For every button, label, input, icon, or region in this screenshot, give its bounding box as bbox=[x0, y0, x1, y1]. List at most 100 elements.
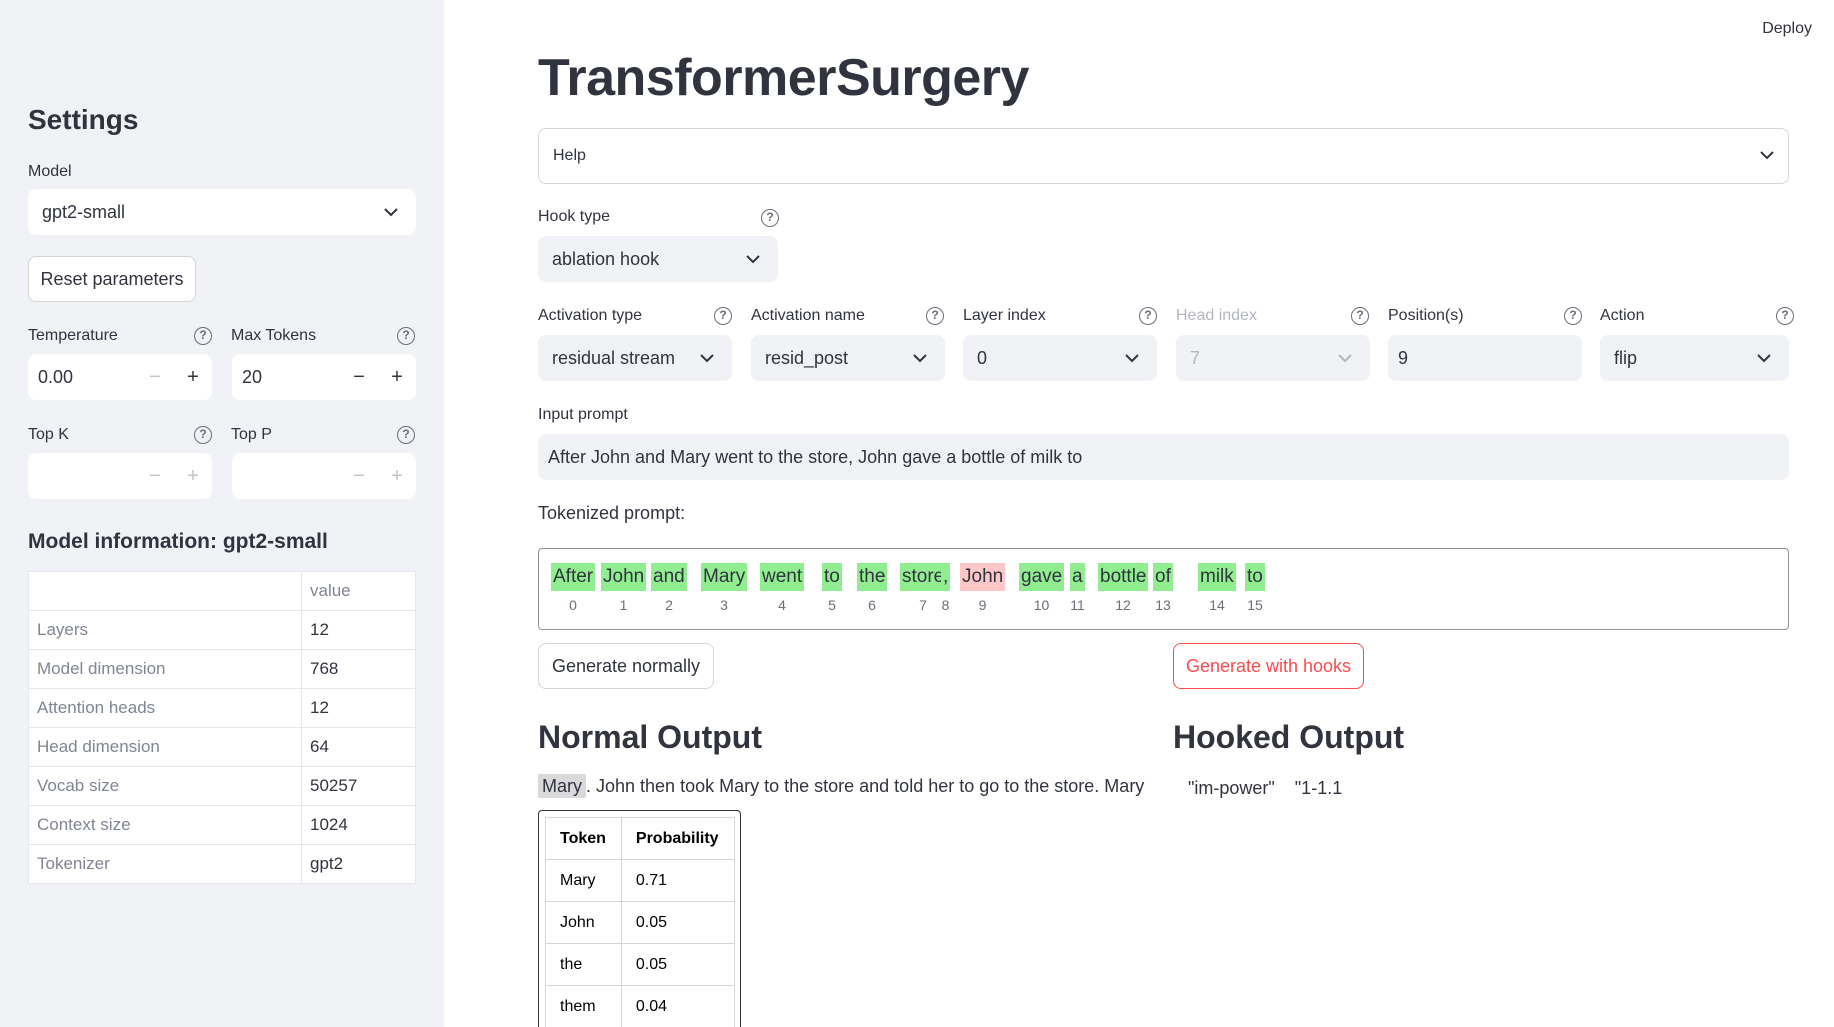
positions-label: Position(s) bbox=[1388, 307, 1464, 324]
table-row: Attention heads 12 bbox=[28, 688, 416, 728]
help-icon[interactable]: ? bbox=[1564, 307, 1582, 325]
token-index: 1 bbox=[619, 597, 628, 613]
token-index: 7 bbox=[919, 597, 927, 613]
activation-type-value: residual stream bbox=[552, 347, 676, 368]
token-index: 10 bbox=[1033, 597, 1050, 613]
action-value: flip bbox=[1614, 347, 1638, 368]
decrement-button[interactable]: − bbox=[340, 366, 378, 389]
reset-parameters-button[interactable]: Reset parameters bbox=[28, 256, 196, 302]
model-label: Model bbox=[28, 163, 72, 180]
action-label: Action bbox=[1600, 307, 1645, 324]
decrement-button[interactable]: − bbox=[136, 366, 174, 389]
token-chip: to bbox=[822, 563, 842, 591]
help-icon[interactable]: ? bbox=[714, 307, 732, 325]
table-cell: 12 bbox=[301, 688, 416, 728]
layer-index-select[interactable]: 0 bbox=[963, 335, 1157, 381]
help-expander[interactable]: Help bbox=[538, 128, 1789, 184]
sidebar-title: Settings bbox=[28, 104, 139, 135]
token-index: 6 bbox=[868, 597, 876, 613]
hooked-output-title: Hooked Output bbox=[1173, 719, 1405, 755]
generate-normally-button[interactable]: Generate normally bbox=[538, 643, 714, 689]
table-row: John 0.05 bbox=[545, 901, 736, 944]
chevron-down-icon bbox=[909, 347, 931, 369]
activation-name-select[interactable]: resid_post bbox=[751, 335, 945, 381]
model-info-table: value Layers 12 Model dimension 768 Attent… bbox=[28, 571, 416, 884]
token-chip: to bbox=[1245, 563, 1265, 591]
help-icon[interactable]: ? bbox=[1776, 307, 1794, 325]
token-index: 15 bbox=[1247, 597, 1263, 613]
chevron-down-icon bbox=[696, 347, 718, 369]
token-chip: the bbox=[857, 563, 888, 591]
chevron-down-icon bbox=[1753, 347, 1775, 369]
max-tokens-input[interactable]: 20 − + bbox=[232, 354, 416, 400]
token-chip: gave bbox=[1019, 563, 1065, 591]
increment-button[interactable]: + bbox=[174, 465, 212, 488]
deploy-button[interactable]: Deploy bbox=[1762, 20, 1812, 38]
page-title: TransformerSurgery bbox=[538, 49, 1029, 107]
help-icon[interactable]: ? bbox=[194, 426, 212, 444]
top-k-input[interactable]: − + bbox=[28, 453, 212, 499]
activation-type-select[interactable]: residual stream bbox=[538, 335, 732, 381]
token-chip: of bbox=[1153, 563, 1173, 591]
chevron-down-icon bbox=[380, 201, 402, 223]
action-select[interactable]: flip bbox=[1600, 335, 1789, 381]
table-cell: Vocab size bbox=[28, 766, 302, 806]
table-row: Context size 1024 bbox=[28, 805, 416, 845]
decrement-button[interactable]: − bbox=[340, 465, 378, 488]
token-chip: and bbox=[651, 563, 687, 591]
table-row: them 0.04 bbox=[545, 985, 736, 1027]
head-index-value: 7 bbox=[1190, 347, 1201, 368]
temperature-label: Temperature bbox=[28, 327, 118, 344]
table-header bbox=[28, 571, 302, 611]
hook-type-select[interactable]: ablation hook bbox=[538, 236, 778, 282]
table-cell: John bbox=[545, 901, 622, 944]
input-prompt-textarea[interactable]: After John and Mary went to the store, J… bbox=[538, 434, 1789, 480]
help-icon[interactable]: ? bbox=[397, 327, 415, 345]
table-cell: 768 bbox=[301, 649, 416, 689]
normal-output-rest: . John then took Mary to the store and t… bbox=[586, 776, 1145, 796]
token-index: 2 bbox=[665, 597, 673, 613]
positions-input[interactable]: 9 bbox=[1388, 335, 1582, 381]
token-index: 3 bbox=[720, 597, 728, 613]
model-select-value: gpt2-small bbox=[42, 201, 126, 222]
temperature-value: 0.00 bbox=[38, 366, 74, 387]
chevron-down-icon bbox=[742, 248, 764, 270]
table-cell: Context size bbox=[28, 805, 302, 845]
increment-button[interactable]: + bbox=[174, 366, 212, 389]
chevron-down-icon bbox=[1760, 147, 1774, 165]
chevron-down-icon bbox=[1121, 347, 1143, 369]
token-probability-table: Token Probability Mary 0.71 John 0.05 the 0… bbox=[545, 817, 736, 1027]
decrement-button[interactable]: − bbox=[136, 465, 174, 488]
highlighted-token[interactable]: Mary bbox=[538, 774, 586, 798]
increment-button[interactable]: + bbox=[378, 366, 416, 389]
help-icon[interactable]: ? bbox=[761, 209, 779, 227]
token-index: 13 bbox=[1155, 597, 1171, 613]
increment-button[interactable]: + bbox=[378, 465, 416, 488]
token-chip: bottle bbox=[1098, 563, 1149, 591]
generate-with-hooks-button[interactable]: Generate with hooks bbox=[1173, 643, 1364, 689]
help-expander-label: Help bbox=[553, 147, 586, 164]
table-header: Token bbox=[545, 817, 622, 860]
table-row: the 0.05 bbox=[545, 943, 736, 986]
help-icon[interactable]: ? bbox=[926, 307, 944, 325]
tokenized-prompt-label: Tokenized prompt: bbox=[538, 503, 686, 523]
token-index: 12 bbox=[1115, 597, 1131, 613]
table-cell: them bbox=[545, 985, 622, 1027]
sidebar: Settings Model gpt2-small Reset paramete… bbox=[0, 0, 444, 1027]
top-p-input[interactable]: − + bbox=[232, 453, 416, 499]
table-cell: Attention heads bbox=[28, 688, 302, 728]
max-tokens-value: 20 bbox=[242, 366, 263, 387]
table-header: value bbox=[301, 571, 416, 611]
help-icon[interactable]: ? bbox=[1139, 307, 1157, 325]
help-icon[interactable]: ? bbox=[1351, 307, 1369, 325]
table-cell: 0.71 bbox=[620, 859, 736, 902]
temperature-input[interactable]: 0.00 − + bbox=[28, 354, 212, 400]
help-icon[interactable]: ? bbox=[194, 327, 212, 345]
token-chip: store bbox=[900, 563, 947, 591]
help-icon[interactable]: ? bbox=[397, 426, 415, 444]
token-chip: milk bbox=[1198, 563, 1236, 591]
table-cell: 12 bbox=[301, 610, 416, 650]
table-cell: Head dimension bbox=[28, 727, 302, 767]
top-k-label: Top K bbox=[28, 426, 69, 443]
model-select[interactable]: gpt2-small bbox=[28, 189, 416, 235]
